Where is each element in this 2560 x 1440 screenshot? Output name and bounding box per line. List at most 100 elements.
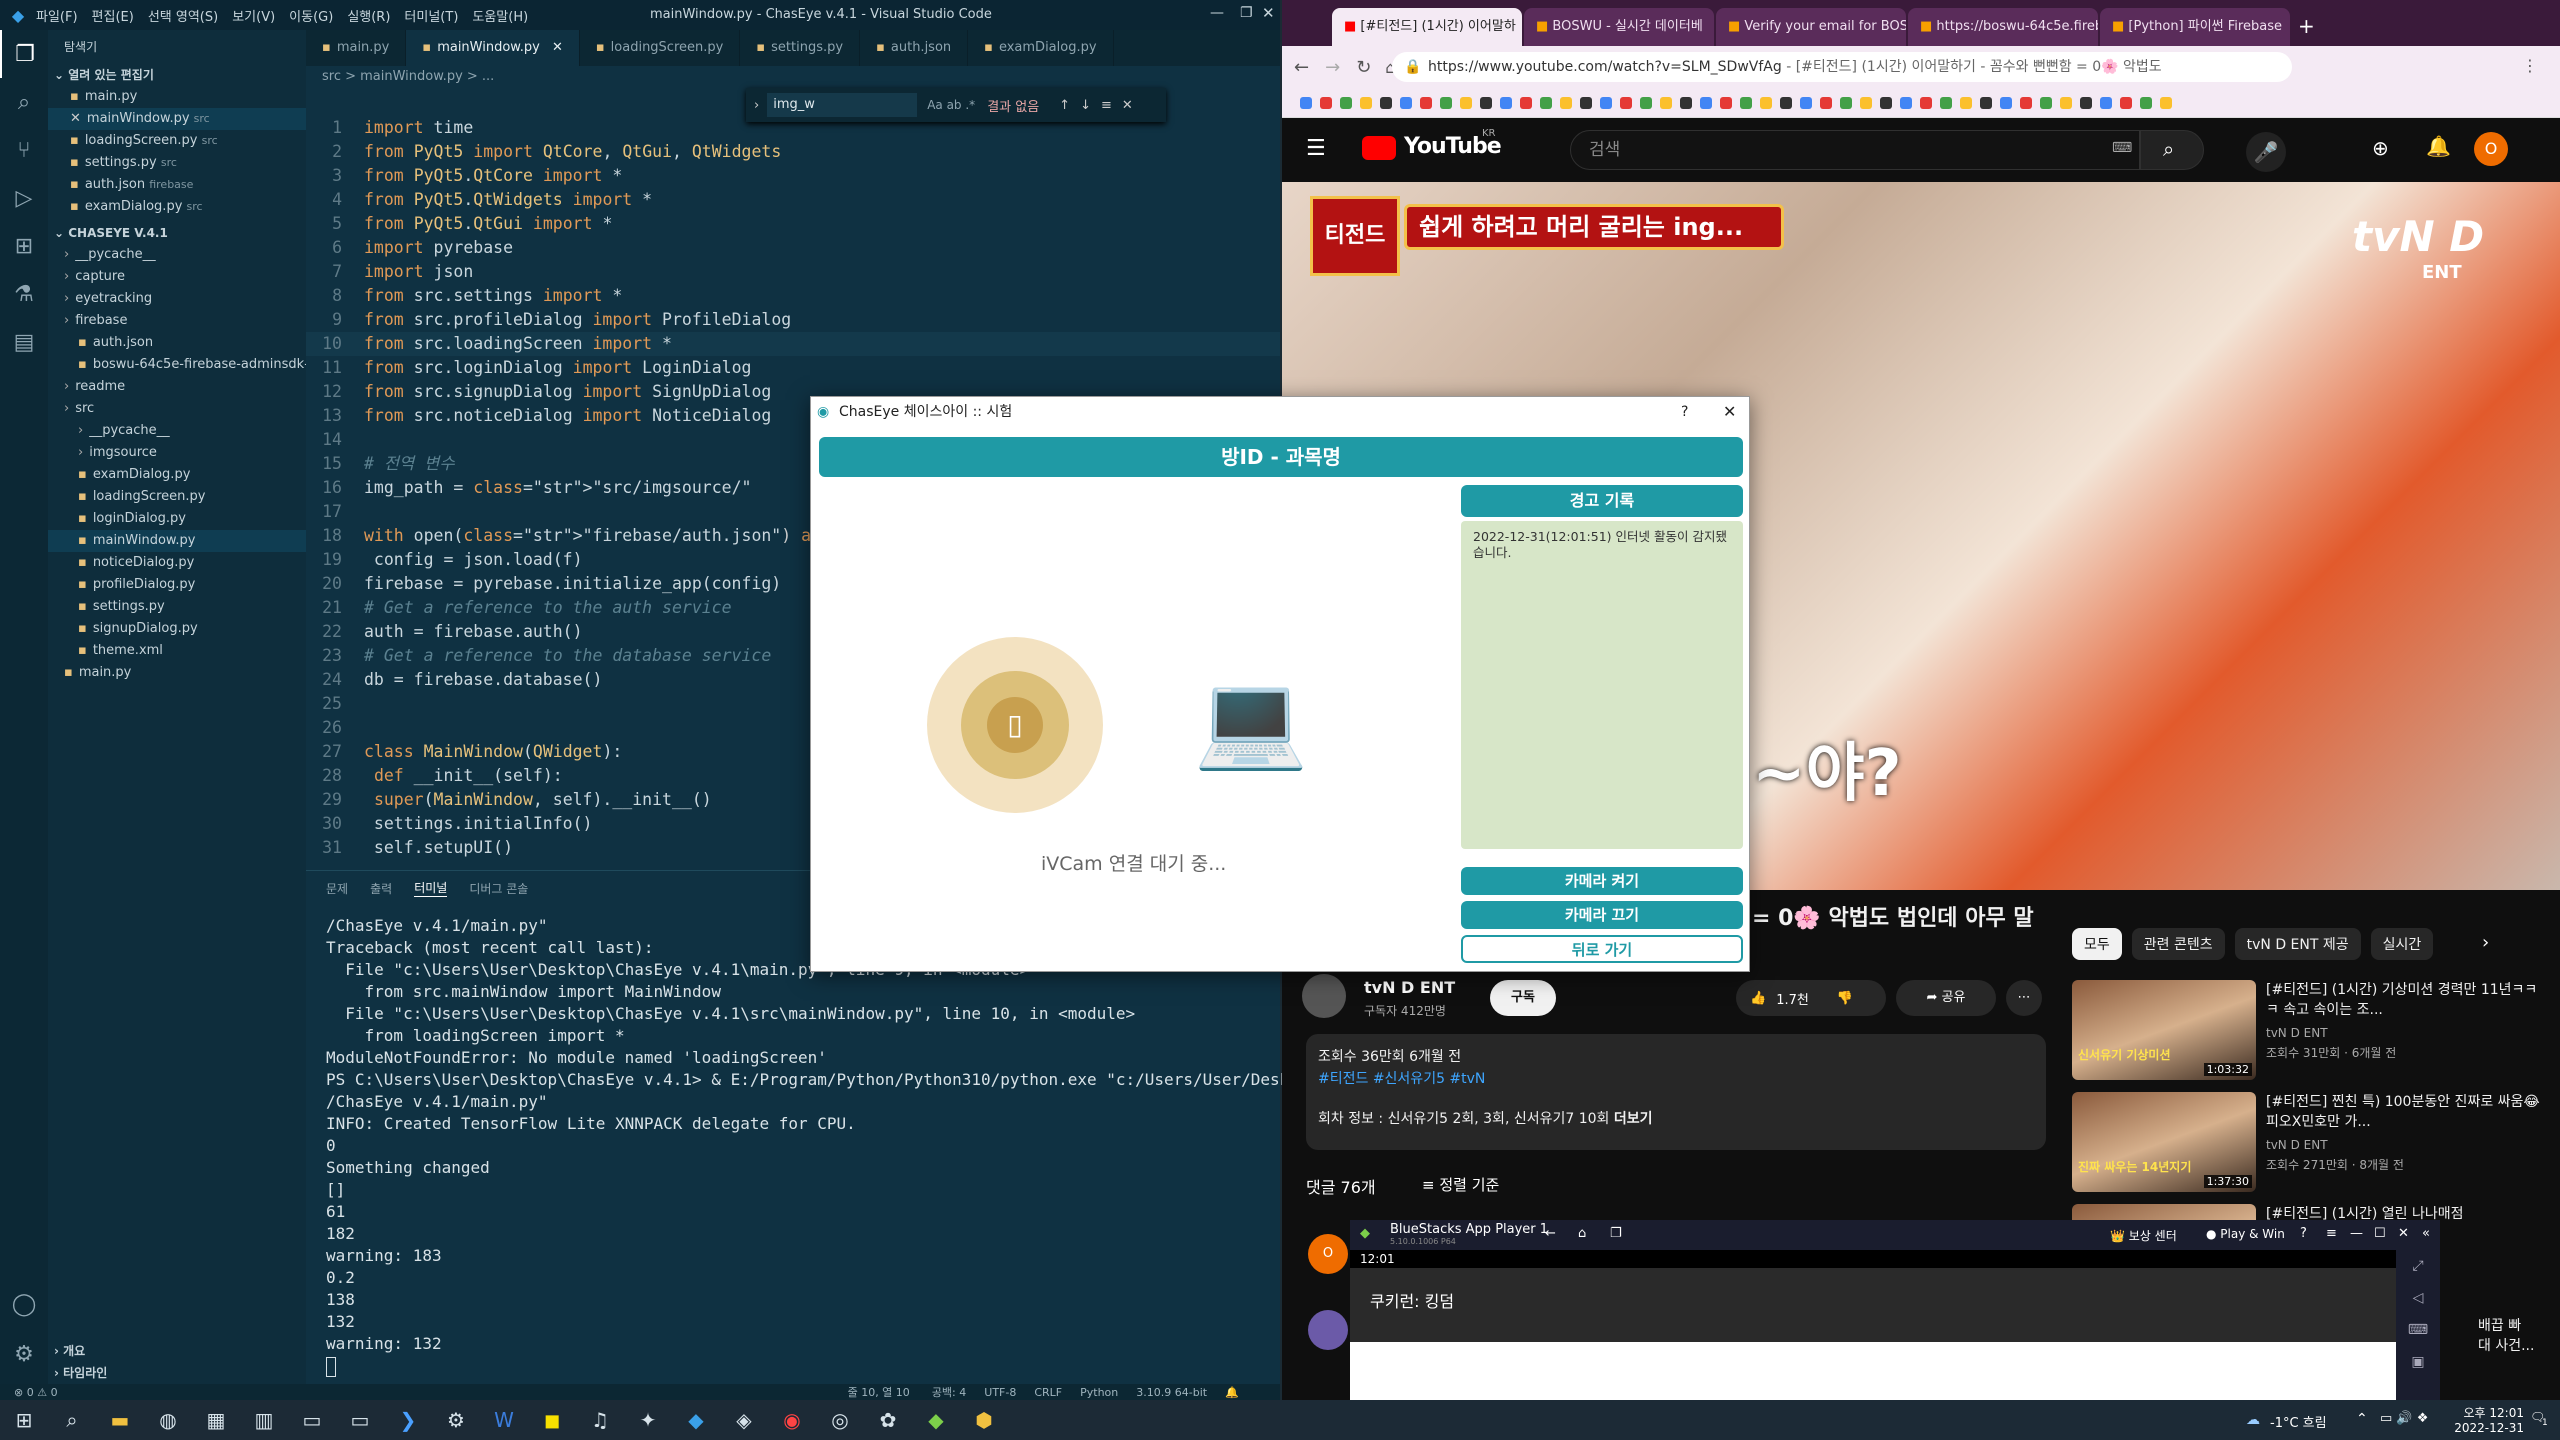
- bookmark-favicon-icon[interactable]: [1920, 97, 1932, 109]
- bookmark-favicon-icon[interactable]: [1880, 97, 1892, 109]
- run-debug-icon[interactable]: ▷: [0, 174, 48, 222]
- python-app-icon[interactable]: ⬢: [960, 1400, 1008, 1440]
- hashtags[interactable]: #티전드 #신서유기5 #tvN: [1318, 1068, 2034, 1088]
- bluestacks-close-icon[interactable]: ✕: [2398, 1226, 2409, 1241]
- menu-item[interactable]: 선택 영역(S): [148, 10, 218, 25]
- bluestacks-app-icon[interactable]: ◆: [912, 1400, 960, 1440]
- youtube-logo-icon[interactable]: [1362, 136, 1396, 160]
- subscribe-button[interactable]: 구독: [1490, 980, 1556, 1016]
- panel-tab[interactable]: 출력: [370, 880, 392, 897]
- tree-folder[interactable]: › firebase: [48, 310, 306, 332]
- find-input[interactable]: img_w: [767, 93, 918, 117]
- bookmark-favicon-icon[interactable]: [1840, 97, 1852, 109]
- panel-tab[interactable]: 문제: [326, 880, 348, 897]
- editor-tab[interactable]: ▪ mainWindow.py ✕: [406, 30, 580, 66]
- related-video-item[interactable]: 신서유기 기상미션 1:03:32 [#티전드] (1시간) 기상미션 경력만 …: [2072, 980, 2542, 1092]
- bookmark-favicon-icon[interactable]: [1600, 97, 1612, 109]
- find-options-icon[interactable]: Aa ab .*: [927, 98, 975, 112]
- status-problems[interactable]: ⊗ 0 ⚠ 0: [14, 1386, 58, 1399]
- bookmark-favicon-icon[interactable]: [1300, 97, 1312, 109]
- filter-chip[interactable]: tvN D ENT 제공: [2234, 928, 2361, 960]
- tree-file[interactable]: ▪ auth.json: [48, 332, 306, 354]
- channel-avatar[interactable]: [1302, 974, 1346, 1018]
- youtube-search-button[interactable]: ⌕: [2140, 130, 2204, 170]
- word-icon[interactable]: W: [480, 1400, 528, 1440]
- tree-file[interactable]: ▪ main.py: [48, 662, 306, 684]
- app-icon-1[interactable]: ◍: [144, 1400, 192, 1440]
- open-editor-item[interactable]: ▪ main.py: [48, 86, 306, 108]
- like-icon[interactable]: 👍: [1750, 991, 1766, 1006]
- bookmark-favicon-icon[interactable]: [1740, 97, 1752, 109]
- bookmark-favicon-icon[interactable]: [1720, 97, 1732, 109]
- more-actions-icon[interactable]: ⋯: [2006, 980, 2042, 1016]
- tree-file[interactable]: ▪ signupDialog.py: [48, 618, 306, 640]
- bookmark-favicon-icon[interactable]: [1900, 97, 1912, 109]
- warning-log-list[interactable]: 2022-12-31(12:01:51) 인터넷 활동이 감지됐습니다.: [1461, 521, 1743, 849]
- find-close-icon[interactable]: ✕: [1122, 98, 1133, 113]
- app-icon-2[interactable]: ▦: [192, 1400, 240, 1440]
- app-icon-7[interactable]: ◈: [720, 1400, 768, 1440]
- bluestacks-menu-icon[interactable]: ≡: [2326, 1226, 2337, 1241]
- sort-button[interactable]: ≡ 정렬 기준: [1422, 1174, 1499, 1195]
- tree-file[interactable]: ▪ settings.py: [48, 596, 306, 618]
- bookmark-favicon-icon[interactable]: [2040, 97, 2052, 109]
- bookmark-favicon-icon[interactable]: [1780, 97, 1792, 109]
- explorer-icon[interactable]: ❐: [0, 30, 48, 78]
- tree-file[interactable]: ▪ boswu-64c5e-firebase-adminsdk-ra...: [48, 354, 306, 376]
- chips-next-icon[interactable]: ›: [2482, 932, 2489, 953]
- new-tab-icon[interactable]: +: [2298, 14, 2315, 38]
- terminal-output[interactable]: /ChasEye v.4.1/main.py" Traceback (most r…: [326, 915, 1318, 1355]
- reward-center-button[interactable]: 👑 보상 센터: [2110, 1227, 2177, 1244]
- bookmark-favicon-icon[interactable]: [1680, 97, 1692, 109]
- bluestacks-recent-icon[interactable]: ❐: [1610, 1226, 1622, 1241]
- related-video-item[interactable]: 진짜 싸우는 14년지기 1:37:30 [#티전드] 찐친 특) 100분동안…: [2072, 1092, 2542, 1204]
- bookmark-favicon-icon[interactable]: [1760, 97, 1772, 109]
- status-cursor-pos[interactable]: 줄 10, 열 10: [848, 1384, 910, 1400]
- file-explorer-icon[interactable]: ▬: [96, 1400, 144, 1440]
- forward-icon[interactable]: →: [1325, 57, 1340, 78]
- bookmark-favicon-icon[interactable]: [1480, 97, 1492, 109]
- extensions-icon[interactable]: ⊞: [0, 222, 48, 270]
- bookmark-favicon-icon[interactable]: [1500, 97, 1512, 109]
- bluestacks-minimize-icon[interactable]: —: [2350, 1226, 2363, 1241]
- bluestacks-back-icon[interactable]: ←: [1545, 1226, 1556, 1241]
- reload-icon[interactable]: ↻: [1356, 57, 1371, 78]
- filter-chip[interactable]: 실시간: [2370, 928, 2434, 960]
- bookmark-favicon-icon[interactable]: [1960, 97, 1972, 109]
- dislike-icon[interactable]: 👎: [1837, 991, 1853, 1006]
- camera-off-button[interactable]: 카메라 끄기: [1461, 901, 1743, 929]
- bookmark-favicon-icon[interactable]: [1560, 97, 1572, 109]
- tree-file[interactable]: ▪ loadingScreen.py: [48, 486, 306, 508]
- kakaotalk-icon[interactable]: ◼: [528, 1400, 576, 1440]
- bookmark-favicon-icon[interactable]: [1540, 97, 1552, 109]
- open-editor-item[interactable]: ▪ loadingScreen.py src: [48, 130, 306, 152]
- bookmark-favicon-icon[interactable]: [2060, 97, 2072, 109]
- panel-tab[interactable]: 터미널: [414, 879, 448, 897]
- status-encoding[interactable]: UTF-8: [984, 1386, 1016, 1399]
- tray-overflow-icon[interactable]: ⌃: [2356, 1411, 2368, 1427]
- open-editors-header[interactable]: ⌄ 열려 있는 편집기: [48, 64, 306, 86]
- menu-item[interactable]: 도움말(H): [472, 10, 528, 25]
- powershell-icon[interactable]: ❯: [384, 1400, 432, 1440]
- bookmark-favicon-icon[interactable]: [1640, 97, 1652, 109]
- vscode-app-icon[interactable]: ◆: [672, 1400, 720, 1440]
- tree-file[interactable]: ▪ loginDialog.py: [48, 508, 306, 530]
- vscode-close-icon[interactable]: ✕: [1262, 4, 1275, 22]
- tree-folder[interactable]: › __pycache__: [48, 420, 306, 442]
- bookmark-favicon-icon[interactable]: [2020, 97, 2032, 109]
- fullscreen-icon[interactable]: ⤢: [2396, 1250, 2440, 1282]
- status-indent[interactable]: 공백: 4: [932, 1384, 966, 1400]
- menu-item[interactable]: 이동(G): [289, 10, 333, 25]
- browser-tab-search-icon[interactable]: [1282, 0, 1332, 46]
- bookmark-favicon-icon[interactable]: [2000, 97, 2012, 109]
- status-notification-icon[interactable]: 🔔: [1225, 1386, 1239, 1399]
- app-icon-4[interactable]: ▭: [336, 1400, 384, 1440]
- outline-header[interactable]: › 개요: [48, 1340, 306, 1362]
- keymap-icon[interactable]: ⌨: [2396, 1314, 2440, 1346]
- project-header[interactable]: ⌄ CHASEYE V.4.1: [48, 222, 306, 244]
- bookmark-favicon-icon[interactable]: [2140, 97, 2152, 109]
- browser-menu-icon[interactable]: ⋮: [2522, 56, 2538, 75]
- status-language[interactable]: Python: [1080, 1386, 1118, 1399]
- panel-tab[interactable]: 디버그 콘솔: [469, 880, 528, 897]
- bluestacks-home-icon[interactable]: ⌂: [1578, 1226, 1586, 1241]
